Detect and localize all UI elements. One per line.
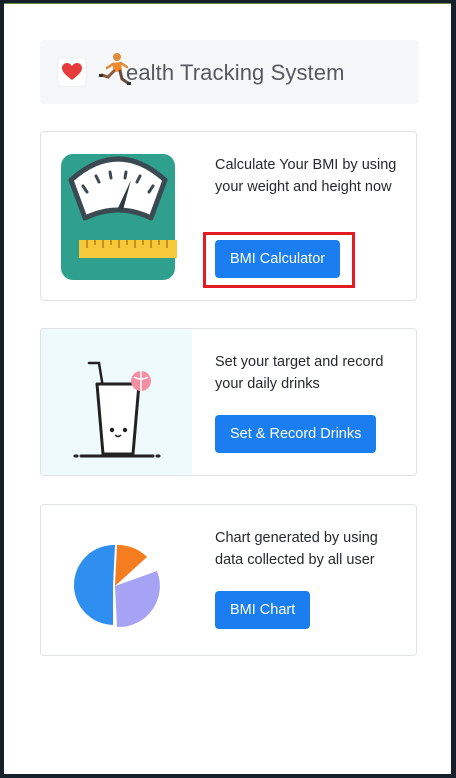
bmi-chart-body: Chart generated by using data collected … [215, 527, 405, 571]
pie-chart-icon [73, 544, 160, 628]
heart-logo [58, 58, 86, 86]
bmi-calculator-body: Calculate Your BMI by using your weight … [215, 154, 405, 198]
screen-frame: ealth Tracking System Calculate Your BMI… [0, 0, 456, 778]
app-header: ealth Tracking System [40, 40, 419, 104]
weighing-scale-image [41, 132, 192, 300]
bmi-chart-button[interactable]: BMI Chart [215, 591, 311, 629]
drinks-card: Set your target and record your daily dr… [40, 328, 417, 476]
drink-image [41, 329, 192, 475]
drinks-description: Set your target and record your daily dr… [215, 354, 384, 392]
drink-glass-icon [73, 361, 161, 458]
drinks-body: Set your target and record your daily dr… [215, 351, 405, 395]
app-window: ealth Tracking System Calculate Your BMI… [4, 3, 451, 774]
weighing-scale-icon [61, 154, 177, 280]
highlight-box [203, 232, 355, 288]
bmi-chart-card: Chart generated by using data collected … [40, 504, 417, 656]
bmi-chart-description: Chart generated by using data collected … [215, 530, 378, 568]
bmi-calculator-description: Calculate Your BMI by using your weight … [215, 157, 397, 195]
pie-chart-image [41, 505, 192, 655]
heart-icon [62, 63, 82, 80]
app-title: ealth Tracking System [126, 60, 345, 85]
set-record-drinks-button[interactable]: Set & Record Drinks [215, 415, 377, 453]
